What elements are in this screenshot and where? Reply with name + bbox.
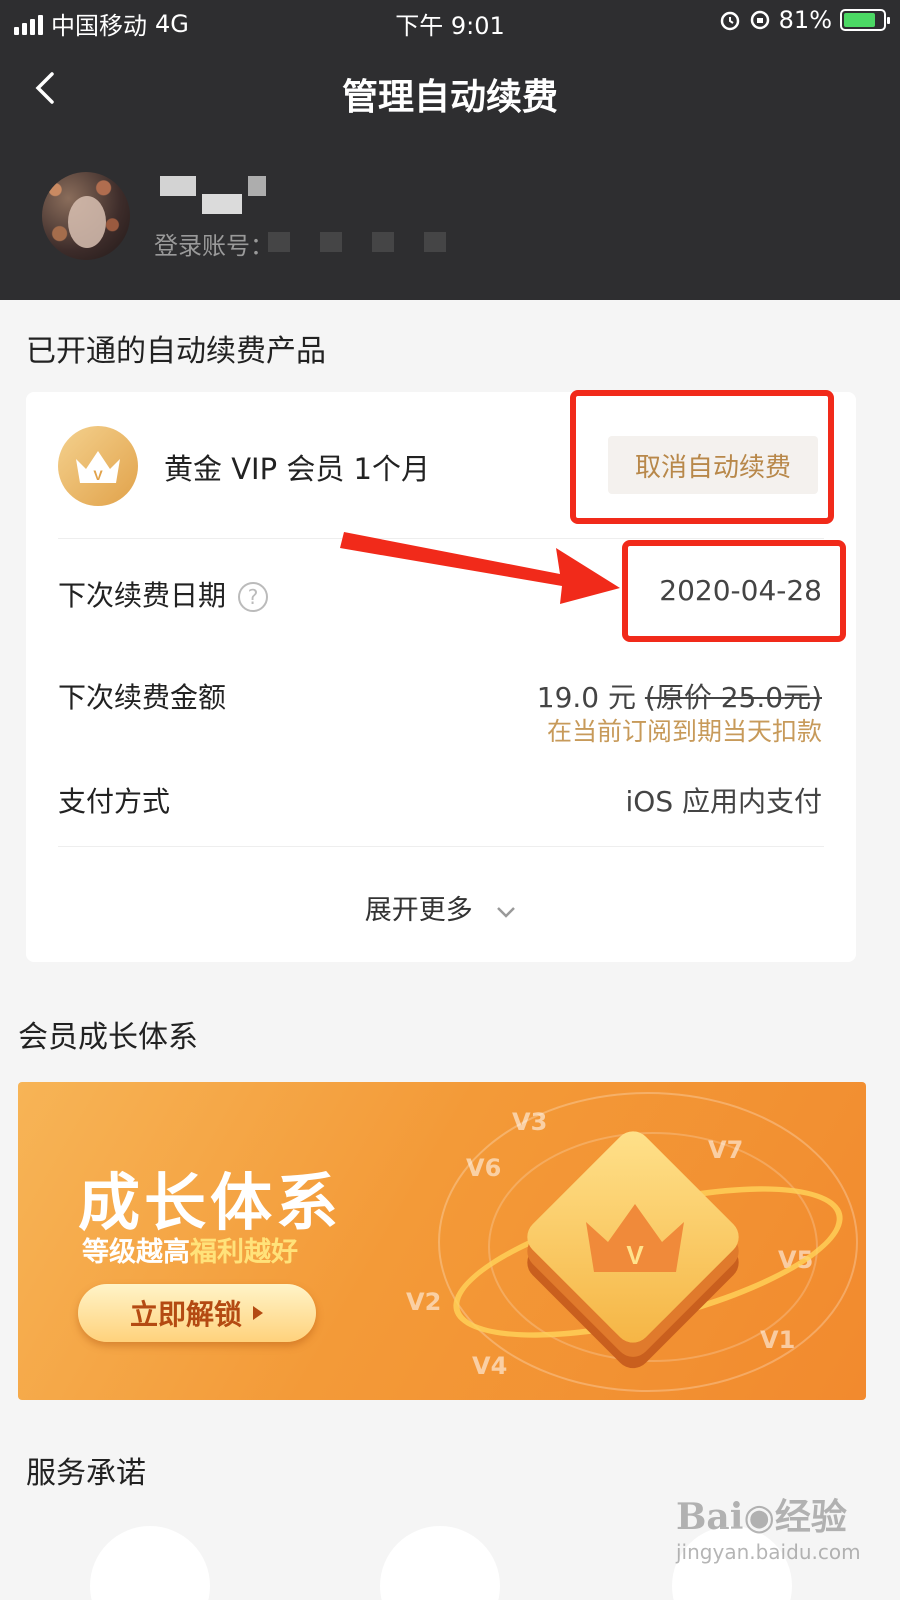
battery-percent: 81% xyxy=(778,6,832,34)
alarm-icon xyxy=(720,11,739,31)
product-name: 黄金 VIP 会员 1个月 xyxy=(164,452,430,486)
service-icon[interactable] xyxy=(90,1526,210,1600)
paw-icon: ◉ xyxy=(743,1496,775,1538)
watermark-brand-cn: 经验 xyxy=(774,1496,847,1538)
level-label: V2 xyxy=(406,1288,442,1316)
level-label: V4 xyxy=(472,1352,508,1380)
username-redacted xyxy=(160,176,300,218)
auto-renew-section-title: 已开通的自动续费产品 xyxy=(26,334,326,369)
watermark-url: jingyan.baidu.com xyxy=(676,1540,861,1564)
play-arrow-icon xyxy=(253,1306,263,1320)
chevron-down-icon xyxy=(497,906,516,918)
level-label: V1 xyxy=(760,1326,796,1354)
service-icon[interactable] xyxy=(380,1526,500,1600)
banner-subtitle-a: 等级越高 xyxy=(82,1237,190,1268)
growth-section-title: 会员成长体系 xyxy=(18,1020,198,1055)
expand-more-button[interactable]: 展开更多 xyxy=(26,888,856,927)
watermark: Bai◉经验 jingyan.baidu.com xyxy=(676,1488,861,1564)
battery-fill xyxy=(844,13,875,27)
rotation-lock-icon xyxy=(750,10,769,30)
next-amount-label: 下次续费金额 xyxy=(58,681,227,714)
crown-icon: V xyxy=(586,1204,684,1272)
growth-banner[interactable]: V3 V7 V6 V5 V2 V1 V4 V 成长体系 等级越高福利越好 立即解… xyxy=(18,1082,866,1400)
account-redacted xyxy=(268,232,468,254)
service-section-title: 服务承诺 xyxy=(26,1456,146,1491)
status-right: 81% xyxy=(719,6,890,34)
divider xyxy=(58,538,824,539)
payment-value: iOS 应用内支付 xyxy=(625,785,823,818)
next-date-label: 下次续费日期 xyxy=(58,579,227,612)
unlock-label: 立即解锁 xyxy=(129,1298,242,1331)
level-diamond: V xyxy=(518,1122,748,1352)
unlock-button[interactable]: 立即解锁 xyxy=(78,1284,316,1342)
status-bar: 中国移动 4G 下午 9:01 81% xyxy=(0,0,900,44)
banner-subtitle: 等级越高福利越好 xyxy=(82,1230,298,1269)
avatar xyxy=(42,172,130,260)
watermark-brand: Bai xyxy=(676,1496,744,1538)
highlight-box-date xyxy=(622,540,846,642)
divider xyxy=(58,846,824,847)
expand-label: 展开更多 xyxy=(364,895,473,926)
header-area: 中国移动 4G 下午 9:01 81% 管理自动续费 登录账号： xyxy=(0,0,900,300)
svg-text:V: V xyxy=(626,1240,644,1270)
nav-bar: 管理自动续费 xyxy=(0,52,900,132)
original-price: (原价 25.0元) xyxy=(644,681,822,714)
next-date-row: 下次续费日期? xyxy=(58,574,269,614)
amount: 19.0 元 xyxy=(536,681,636,714)
payment-label: 支付方式 xyxy=(58,785,171,818)
battery-icon xyxy=(840,9,890,31)
next-amount-value: 19.0 元 (原价 25.0元) xyxy=(537,676,822,716)
page-title: 管理自动续费 xyxy=(341,77,558,118)
banner-subtitle-b: 福利越好 xyxy=(190,1237,298,1268)
banner-title: 成长体系 xyxy=(78,1166,343,1239)
crown-icon: V xyxy=(58,426,138,506)
account-label: 登录账号： xyxy=(154,232,274,260)
level-label: V6 xyxy=(466,1154,502,1182)
deduct-hint: 在当前订阅到期当天扣款 xyxy=(546,717,822,746)
highlight-box-cancel xyxy=(570,390,834,524)
svg-text:V: V xyxy=(93,467,103,483)
help-icon[interactable]: ? xyxy=(238,582,269,612)
profile-header: 登录账号： xyxy=(42,172,446,260)
